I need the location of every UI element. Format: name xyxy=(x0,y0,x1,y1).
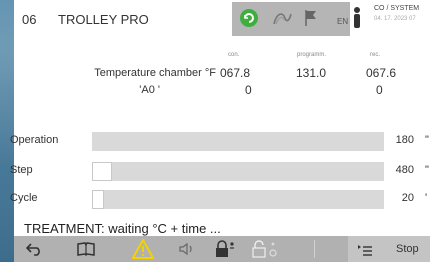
program-name[interactable]: TROLLEY PRO xyxy=(58,12,149,27)
program-number: 06 xyxy=(22,12,37,27)
date-label: 04. 17. 2023 07 xyxy=(374,16,416,22)
temperature-programm-value: 131.0 xyxy=(296,66,327,80)
back-button[interactable] xyxy=(18,236,50,262)
temperature-con-value: 067.8 xyxy=(220,66,251,80)
lock-button[interactable] xyxy=(210,236,240,262)
header-bar: 06 TROLLEY PRO EN CO / SYSTEM 04. 17. 20… xyxy=(14,0,430,38)
volume-button[interactable] xyxy=(174,236,200,262)
step-value: 480 xyxy=(395,164,414,176)
warning-button[interactable] xyxy=(128,236,158,262)
row-label-a0: 'A0 ' xyxy=(139,84,160,96)
system-label: CO / SYSTEM xyxy=(374,5,420,12)
temperature-rec-value: 067.6 xyxy=(366,66,397,80)
column-header-programm: programm. xyxy=(297,52,327,58)
operation-progress-bar xyxy=(92,132,384,151)
warning-icon xyxy=(132,239,154,259)
step-unit: " xyxy=(425,164,429,176)
toolbar-divider xyxy=(314,240,315,258)
column-header-rec: rec. xyxy=(370,52,381,58)
unlock-icon xyxy=(251,240,281,258)
back-icon xyxy=(26,242,42,256)
volume-icon xyxy=(179,242,195,256)
stop-button-label[interactable]: Stop xyxy=(396,243,419,255)
bottom-toolbar: Stop xyxy=(14,236,430,262)
system-info: CO / SYSTEM 04. 17. 2023 07 xyxy=(374,4,419,24)
cycle-progress-fill xyxy=(92,190,104,209)
step-progress-bar xyxy=(92,162,384,181)
cycle-progress-bar xyxy=(92,190,384,209)
operation-value: 180 xyxy=(395,134,414,146)
control-panel-screen: 06 TROLLEY PRO EN CO / SYSTEM 04. 17. 20… xyxy=(10,0,430,262)
step-progress-fill xyxy=(92,162,113,181)
loop-icon xyxy=(271,8,293,33)
column-header-con: con. xyxy=(228,52,240,58)
treatment-status-message: TREATMENT: waiting °C + time ... xyxy=(24,221,221,236)
person-icon[interactable] xyxy=(351,6,363,35)
operation-unit: " xyxy=(425,134,429,146)
flag-icon[interactable] xyxy=(303,8,319,33)
a0-rec-value: 0 xyxy=(376,83,383,97)
green-status-icon[interactable] xyxy=(239,8,259,33)
row-label-temperature: Temperature chamber °F xyxy=(94,67,216,79)
cycle-label: Cycle xyxy=(10,192,38,204)
cycle-unit: ' xyxy=(425,192,428,204)
unlock-button[interactable] xyxy=(246,236,286,262)
list-icon xyxy=(358,243,372,261)
lock-icon xyxy=(214,240,236,258)
book-button[interactable] xyxy=(70,236,102,262)
a0-con-value: 0 xyxy=(245,83,252,97)
book-icon xyxy=(77,242,95,256)
step-label: Step xyxy=(10,164,33,176)
cycle-value: 20 xyxy=(401,192,414,204)
operation-label: Operation xyxy=(10,134,59,146)
language-selector[interactable]: EN xyxy=(337,17,348,26)
